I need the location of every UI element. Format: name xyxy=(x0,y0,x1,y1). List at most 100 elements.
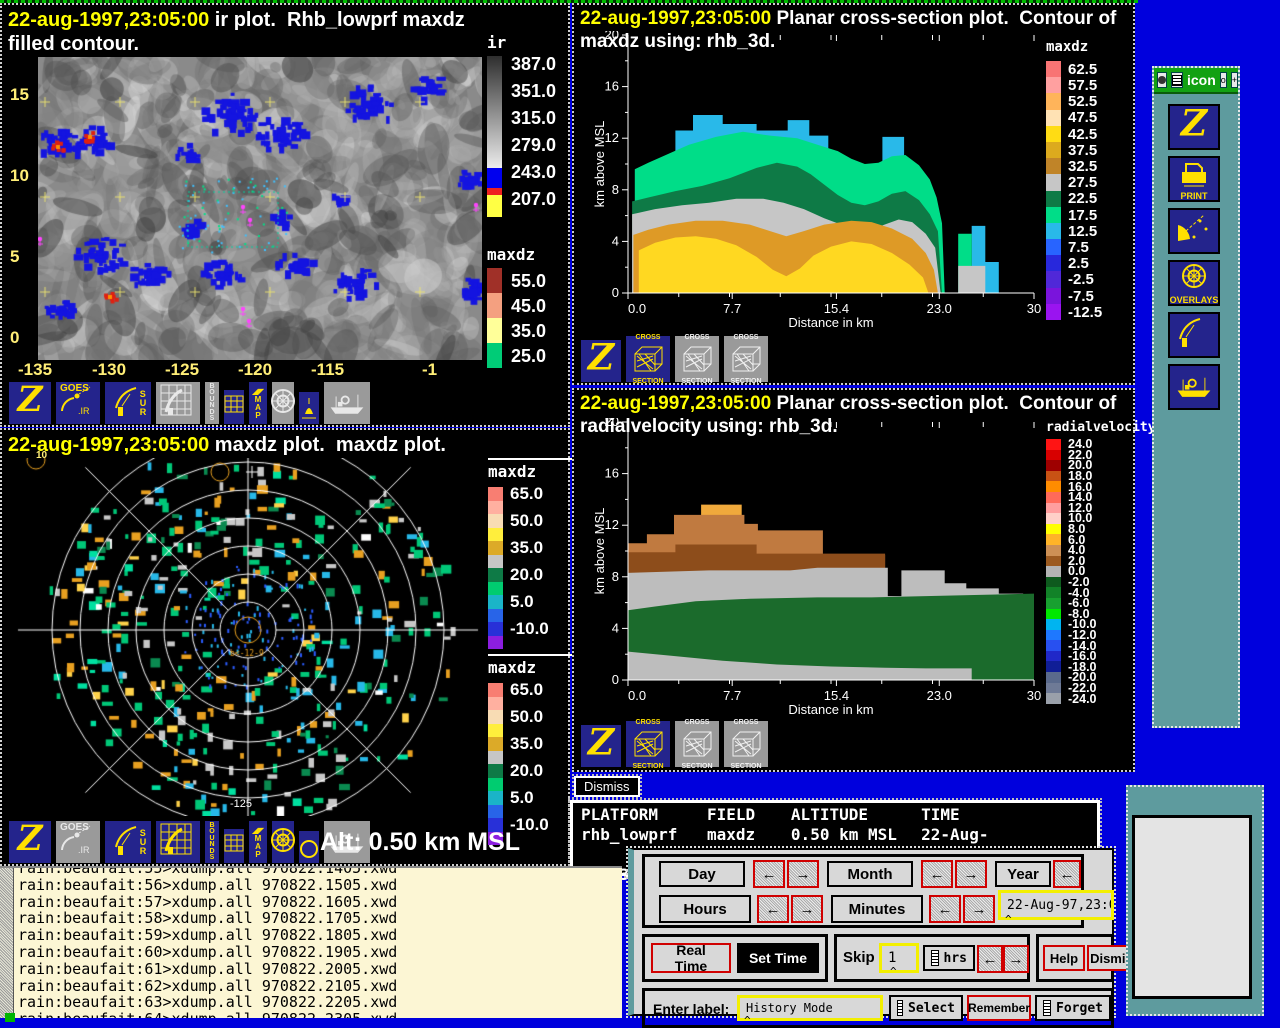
svg-text:8: 8 xyxy=(612,182,619,197)
svg-text:15.4: 15.4 xyxy=(824,301,849,316)
minutes-fwd-button[interactable]: → xyxy=(963,895,995,923)
colorbar-segment xyxy=(1046,142,1061,158)
rings-icon xyxy=(263,382,303,425)
ir-colorbar-value: 315.0 xyxy=(511,108,556,129)
zebra-toolbar-button[interactable]: Z xyxy=(8,820,52,864)
rings-toolbar-button[interactable] xyxy=(271,381,295,425)
minutes-button[interactable]: Minutes xyxy=(831,895,923,923)
svg-text:0.0: 0.0 xyxy=(628,301,646,316)
year-button[interactable]: Year xyxy=(995,861,1051,887)
month-fwd-button[interactable]: → xyxy=(955,860,987,888)
colorbar-segment xyxy=(1046,191,1061,207)
hours-back-button[interactable]: ← xyxy=(757,895,789,923)
time-input-field[interactable]: 22-Aug-97,23:05:00 ^ xyxy=(998,890,1114,920)
sur-icon xyxy=(1174,313,1214,358)
bounds-toolbar-button[interactable]: BOUNDS xyxy=(204,820,220,864)
sur-toolbar-button[interactable]: SUR xyxy=(104,820,152,864)
zebra-dock-button[interactable]: Z xyxy=(1168,104,1220,150)
gridsmall-toolbar-button[interactable] xyxy=(223,828,245,864)
sur-toolbar-button[interactable]: SUR xyxy=(104,381,152,425)
right-arrow-icon: → xyxy=(964,866,979,883)
gridsmall-toolbar-button[interactable] xyxy=(223,389,245,425)
goes-toolbar-button[interactable]: GOES.IR xyxy=(55,820,101,864)
ir-y-tick: 10 xyxy=(10,166,29,186)
month-back-button[interactable]: ← xyxy=(921,860,953,888)
label-value: History Mode xyxy=(746,1001,833,1015)
hours-fwd-button[interactable]: → xyxy=(791,895,823,923)
rings-toolbar-button[interactable] xyxy=(271,820,295,864)
help-button[interactable]: Help xyxy=(1043,945,1085,971)
month-button[interactable]: Month xyxy=(827,861,913,887)
ir-x-tick: -135 xyxy=(18,360,52,380)
goes-toolbar-button[interactable]: GOES.IR xyxy=(55,381,101,425)
set-time-button[interactable]: Set Time xyxy=(737,943,819,973)
table-header: ALTITUDE xyxy=(791,805,921,825)
sur-dock-button[interactable] xyxy=(1168,312,1220,358)
ir-colorbar-segment xyxy=(487,168,502,188)
day-fwd-button[interactable]: → xyxy=(787,860,819,888)
window-close-button[interactable]: + xyxy=(1231,72,1238,88)
bounds-toolbar-button[interactable]: BOUNDS xyxy=(204,381,220,425)
hours-button[interactable]: Hours xyxy=(659,895,751,923)
day-button[interactable]: Day xyxy=(659,861,745,887)
buoy-toolbar-button[interactable] xyxy=(298,391,320,425)
cross-section-button[interactable]: CROSSSECTION xyxy=(723,720,769,768)
svg-text:23.0: 23.0 xyxy=(927,301,952,316)
radargrid-toolbar-button[interactable] xyxy=(155,820,201,864)
radargrid-toolbar-button[interactable] xyxy=(155,381,201,425)
skip-back-button[interactable]: ← xyxy=(977,945,1003,973)
forget-menu-button[interactable]: Forget xyxy=(1035,995,1111,1021)
circle-toolbar-button[interactable] xyxy=(298,830,320,864)
cross-section-button[interactable]: CROSS SECTION xyxy=(723,335,769,383)
radar-colorbar-2: maxdz 65.050.035.020.05.0-10.0 xyxy=(488,654,572,845)
section-label: SECTION xyxy=(730,378,761,385)
remember-button[interactable]: Remember xyxy=(967,995,1031,1021)
table-dismiss-button[interactable]: Dismiss xyxy=(574,776,640,797)
skip-fwd-button[interactable]: → xyxy=(1003,945,1029,973)
real-time-button[interactable]: Real Time xyxy=(651,943,731,973)
radargrid-icon xyxy=(158,382,198,425)
skip-input-field[interactable]: 1 ^ xyxy=(879,943,919,973)
ship-dock-button[interactable] xyxy=(1168,364,1220,410)
satellite-dock-button[interactable] xyxy=(1168,208,1220,254)
ship-toolbar-button[interactable] xyxy=(323,381,371,425)
cross-section-button[interactable]: CROSSSECTION xyxy=(625,335,671,383)
terminal-output: rain:beaufait:55>xdump.all 970822.1405.x… xyxy=(18,866,397,1018)
sur-label: SUR xyxy=(140,390,147,417)
left-arrow-icon: ← xyxy=(938,901,953,918)
hrs-menu-button[interactable]: hrs xyxy=(923,945,975,971)
enter-label-text: Enter label: xyxy=(653,1001,729,1017)
print-dock-button[interactable]: PRINT xyxy=(1168,156,1220,202)
radar-toolbar: ZGOES.IRSURBOUNDS◢◤MAP xyxy=(8,818,371,864)
svg-text:0: 0 xyxy=(612,285,619,300)
colorbar-segment xyxy=(1046,271,1061,287)
cross-section-button[interactable]: CROSSSECTION xyxy=(674,720,720,768)
minutes-back-button[interactable]: ← xyxy=(929,895,961,923)
ir-satellite-map xyxy=(38,57,482,360)
svg-text:15.4: 15.4 xyxy=(824,688,849,703)
rings-dock-button[interactable]: OVERLAYS xyxy=(1168,260,1220,306)
colorbar-value: 12.5 xyxy=(1068,223,1097,240)
xsec-yaxis-label: km above MSL xyxy=(594,121,607,208)
window-menu-button[interactable] xyxy=(1171,72,1183,88)
dock-button-label: PRINT xyxy=(1181,192,1208,201)
window-iconify-button[interactable] xyxy=(1157,72,1167,88)
cross-section-button[interactable]: CROSSSECTION xyxy=(674,335,720,383)
day-back-button[interactable]: ← xyxy=(753,860,785,888)
time-value: 22-Aug-97,23:05:00 xyxy=(1007,898,1111,913)
zebra-toolbar-button[interactable]: Z xyxy=(580,724,622,768)
label-input-field[interactable]: History Mode ^ xyxy=(737,995,883,1021)
year-back-button[interactable]: ← xyxy=(1053,860,1081,888)
bounds-label: BOUNDS xyxy=(209,384,214,423)
ir-title-timestamp: 22-aug-1997,23:05:00 xyxy=(8,9,209,31)
zebra-toolbar-button[interactable]: Z xyxy=(8,381,52,425)
zebra-toolbar-button[interactable]: Z xyxy=(580,339,622,383)
terminal-scrollbar[interactable] xyxy=(0,868,14,1018)
cross-label: CROSS xyxy=(636,334,661,341)
window-resize-button[interactable]: o xyxy=(1220,72,1227,88)
cross-label: CROSS xyxy=(734,334,759,341)
colorbar-segment xyxy=(1046,481,1061,492)
cross-section-button[interactable]: CROSSSECTION xyxy=(625,720,671,768)
select-menu-button[interactable]: Select xyxy=(889,995,963,1021)
section-label: SECTION xyxy=(730,763,761,770)
